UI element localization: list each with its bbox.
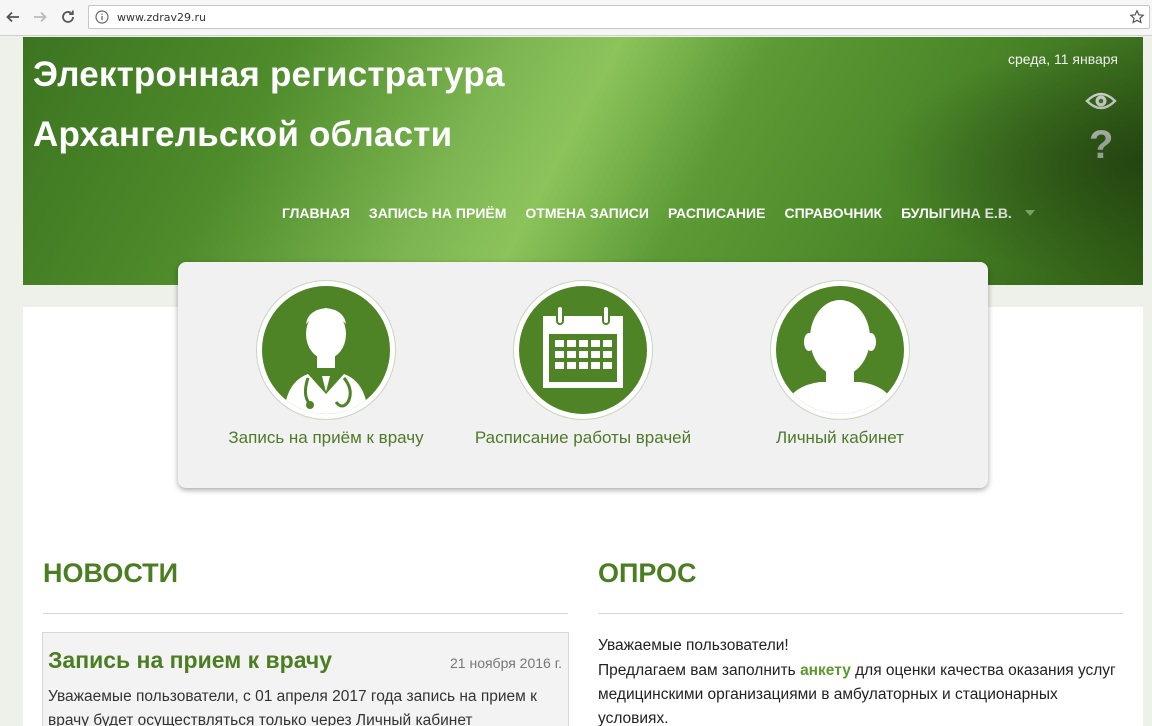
nav-user-menu[interactable]: БУЛЫГИНА Е.В. (901, 205, 1012, 221)
quick-links-panel: Запись на приём к врачу Расписание работ… (178, 262, 988, 488)
news-item-date: 21 ноября 2016 г. (450, 655, 562, 671)
tile-schedule[interactable]: Расписание работы врачей (463, 280, 703, 448)
browser-toolbar: www.zdrav29.ru (0, 0, 1152, 36)
poll-survey-link[interactable]: анкету (800, 662, 851, 679)
main-nav: ГЛАВНАЯ ЗАПИСЬ НА ПРИЁМ ОТМЕНА ЗАПИСИ РА… (282, 205, 1035, 221)
poll-divider (598, 613, 1123, 614)
poll-text-before: Предлагаем вам заполнить (598, 662, 801, 679)
url-text[interactable]: www.zdrav29.ru (117, 11, 206, 24)
site-header: Электронная регистратура Архангельской о… (23, 37, 1143, 285)
site-subtitle: Архангельской области (33, 115, 453, 154)
news-item-text: Уважаемые пользователи, с 01 апреля 2017… (48, 688, 537, 726)
poll-greeting: Уважаемые пользователи! (598, 637, 789, 654)
nav-appointment[interactable]: ЗАПИСЬ НА ПРИЁМ (369, 205, 506, 221)
nav-directory[interactable]: СПРАВОЧНИК (784, 205, 882, 221)
news-item: Запись на прием к врачу 21 ноября 2016 г… (42, 632, 569, 726)
star-icon[interactable] (1129, 9, 1145, 25)
nav-cancel-appointment[interactable]: ОТМЕНА ЗАПИСИ (525, 205, 649, 221)
tile-cabinet[interactable]: Личный кабинет (720, 280, 960, 448)
poll-text: Предлагаем вам заполнить анкету для оцен… (598, 659, 1128, 726)
news-divider (43, 613, 568, 614)
news-heading: НОВОСТИ (43, 558, 179, 588)
poll-heading: ОПРОС (598, 558, 697, 588)
tile-cabinet-label[interactable]: Личный кабинет (720, 428, 960, 448)
doctor-icon (284, 308, 368, 414)
current-date: среда, 11 января (1007, 51, 1118, 67)
user-silhouette-icon (782, 300, 898, 414)
news-item-title[interactable]: Запись на прием к врачу (48, 647, 332, 674)
nav-home[interactable]: ГЛАВНАЯ (282, 205, 350, 221)
back-arrow-icon[interactable] (2, 6, 24, 28)
address-bar[interactable]: www.zdrav29.ru (88, 5, 1150, 29)
calendar-icon (543, 305, 623, 388)
info-icon[interactable] (95, 10, 109, 24)
help-button[interactable]: ? (1089, 123, 1113, 168)
tile-schedule-label[interactable]: Расписание работы врачей (463, 428, 703, 448)
forward-arrow-icon[interactable] (29, 6, 51, 28)
tile-appointment[interactable]: Запись на приём к врачу (206, 280, 446, 448)
reload-icon[interactable] (57, 6, 79, 28)
site-title: Электронная регистратура (33, 55, 505, 94)
nav-schedule[interactable]: РАСПИСАНИЕ (668, 205, 766, 221)
eye-icon[interactable] (1085, 89, 1117, 113)
chevron-down-icon[interactable] (1024, 210, 1035, 216)
tile-appointment-label[interactable]: Запись на приём к врачу (206, 428, 446, 448)
